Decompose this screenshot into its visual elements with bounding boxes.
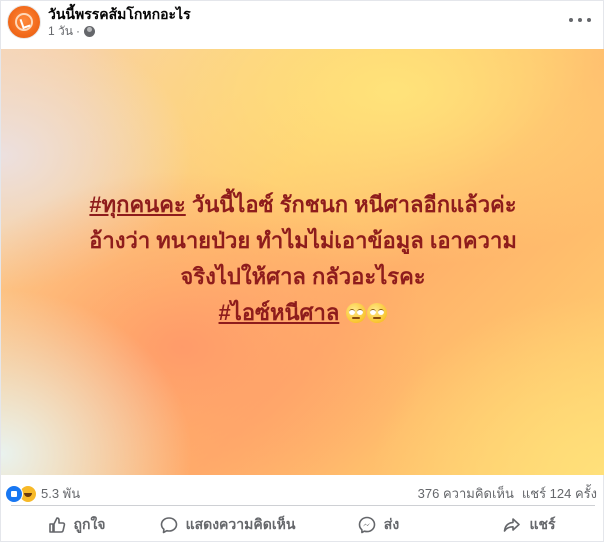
- facebook-post: วันนี้พรรคส้มโกหกอะไร 1 วัน · #ทุกคนคะ ว…: [0, 0, 604, 542]
- page-avatar[interactable]: [7, 5, 41, 39]
- page-logo-icon: [15, 13, 33, 31]
- globe-icon[interactable]: [83, 25, 95, 37]
- share-button-label: แชร์: [529, 516, 556, 532]
- like-reaction-icon: [5, 484, 23, 503]
- hashtag-link-1[interactable]: #ทุกคนคะ: [89, 192, 185, 217]
- post-header: วันนี้พรรคส้มโกหกอะไร 1 วัน ·: [1, 1, 604, 49]
- post-time[interactable]: 1 วัน: [48, 23, 73, 39]
- comment-count[interactable]: 376 ความคิดเห็น: [418, 486, 514, 501]
- reaction-count[interactable]: 5.3 พัน: [41, 483, 80, 504]
- thumbs-up-icon: [48, 517, 65, 533]
- message-line-4: #ไอซ์หนีศาล: [1, 295, 604, 331]
- share-button[interactable]: แชร์: [454, 509, 604, 541]
- like-button[interactable]: ถูกใจ: [1, 509, 152, 541]
- messenger-icon: [358, 516, 376, 534]
- post-stats: 5.3 พัน 376 ความคิดเห็น แชร์ 124 ครั้ง: [1, 479, 604, 505]
- send-button-label: ส่ง: [383, 516, 400, 532]
- stats-divider: [11, 505, 595, 506]
- message-line-3: จริงไปให้ศาล กลัวอะไรคะ: [180, 264, 426, 289]
- comment-button[interactable]: แสดงความคิดเห็น: [152, 509, 303, 541]
- comment-button-label: แสดงความคิดเห็น: [185, 516, 296, 532]
- page-name[interactable]: วันนี้พรรคส้มโกหกอะไร: [48, 5, 191, 23]
- send-button[interactable]: ส่ง: [303, 509, 454, 541]
- reactions-summary[interactable]: 5.3 พัน: [5, 483, 80, 504]
- post-message: #ทุกคนคะ วันนี้ไอซ์ รักชนก หนีศาลอีกแล้ว…: [1, 187, 604, 331]
- meta-separator: ·: [75, 24, 80, 38]
- comment-bubble-icon: [160, 517, 177, 534]
- engagement-counts: 376 ความคิดเห็น แชร์ 124 ครั้ง: [418, 483, 597, 504]
- post-meta: 1 วัน ·: [48, 23, 95, 39]
- message-line-1-text: วันนี้ไอซ์ รักชนก หนีศาลอีกแล้วค่ะ: [185, 192, 517, 217]
- share-count[interactable]: แชร์ 124 ครั้ง: [522, 486, 597, 501]
- more-horizontal-icon: [569, 18, 573, 22]
- message-line-2: อ้างว่า ทนายป่วย ทำไมไม่เอาข้อมูล เอาควา…: [89, 228, 517, 253]
- rolling-eyes-emoji-icon: [367, 303, 388, 323]
- hashtag-link-2[interactable]: #ไอซ์หนีศาล: [219, 300, 340, 325]
- more-options-button[interactable]: [569, 13, 591, 27]
- rolling-eyes-emoji-icon: [346, 303, 367, 323]
- post-text-background[interactable]: #ทุกคนคะ วันนี้ไอซ์ รักชนก หนีศาลอีกแล้ว…: [1, 49, 604, 475]
- post-actions: ถูกใจ แสดงความคิดเห็น ส่ง แชร์: [1, 509, 604, 541]
- share-arrow-icon: [504, 518, 521, 532]
- like-button-label: ถูกใจ: [73, 516, 106, 532]
- message-line-1: #ทุกคนคะ วันนี้ไอซ์ รักชนก หนีศาลอีกแล้ว…: [1, 187, 604, 223]
